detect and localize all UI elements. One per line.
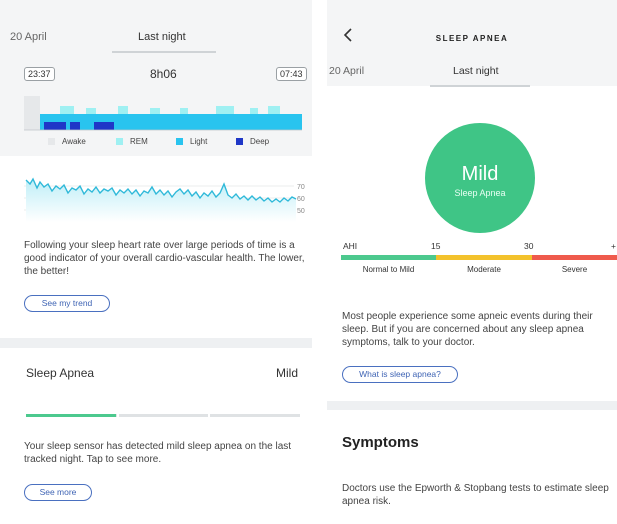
sleep-apnea-detail-panel: SLEEP APNEA 20 April Last night Mild Sle… (327, 0, 617, 524)
stage-awake-start (24, 96, 40, 130)
apnea-result-circle: Mild Sleep Apnea (425, 123, 535, 233)
symptoms-text: Doctors use the Epworth & Stopbang tests… (342, 483, 609, 507)
legend-awake: Awake (48, 137, 86, 146)
apnea-caption: Sleep Apnea (454, 188, 506, 198)
scale-label-normal: Normal to Mild (362, 265, 415, 274)
symptoms-title: Symptoms (342, 434, 419, 451)
sleep-apnea-severity-bar (26, 414, 300, 417)
scale-label-severe: Severe (561, 265, 588, 274)
section-divider (0, 338, 312, 348)
sleep-apnea-value: Mild (276, 366, 299, 380)
page-title: SLEEP APNEA (435, 34, 509, 43)
scale-label-ahi: AHI (343, 241, 358, 251)
sleep-end-time: 07:43 (276, 67, 307, 81)
legend-rem: REM (116, 137, 148, 146)
severity-segment-gap (117, 414, 119, 417)
scale-label-moderate: Moderate (467, 265, 501, 274)
stage-deep-block (44, 122, 66, 130)
stage-rem-block (150, 108, 160, 114)
tab-last-night[interactable]: Last night (453, 65, 499, 77)
tab-20-april[interactable]: 20 April (10, 31, 47, 43)
sleep-apnea-description: Your sleep sensor has detected mild slee… (24, 441, 292, 465)
stage-rem-block (118, 106, 128, 114)
stage-rem-block (180, 108, 188, 114)
deep-swatch (236, 138, 243, 145)
stage-rem-block (268, 106, 280, 114)
sleep-start-time: 23:37 (24, 67, 55, 81)
scale-segment-normal (341, 255, 436, 260)
active-tab-indicator (430, 85, 530, 87)
light-swatch (176, 138, 183, 145)
sleep-apnea-title[interactable]: Sleep Apnea (26, 366, 94, 380)
heart-rate-chart: 70 60 50 (24, 177, 305, 222)
scale-label-15: 15 (431, 241, 441, 251)
legend-rem-label: REM (130, 137, 148, 146)
awake-swatch (48, 138, 55, 145)
legend-deep-label: Deep (250, 137, 270, 146)
see-more-button[interactable]: See more (24, 484, 92, 501)
legend-awake-label: Awake (62, 137, 86, 146)
sleep-summary-panel: 20 April Last night 23:37 8h06 07:43 Awa… (0, 0, 312, 524)
sleep-duration: 8h06 (150, 67, 177, 81)
date-tabs: 20 April Last night (0, 0, 312, 56)
tab-last-night[interactable]: Last night (138, 31, 186, 43)
stage-rem-block (216, 106, 234, 114)
hr-tick-50: 50 (297, 208, 305, 215)
scale-segment-moderate (436, 255, 532, 260)
stage-rem-block (86, 108, 96, 114)
tab-20-april[interactable]: 20 April (329, 65, 364, 77)
stage-deep-block (70, 122, 80, 130)
legend-light: Light (176, 137, 207, 146)
hr-tick-70: 70 (297, 184, 305, 191)
stage-rem-block (250, 108, 258, 114)
scale-segment-severe (532, 255, 617, 260)
apnea-info-text: Most people experience some apneic event… (342, 311, 593, 348)
section-divider (327, 401, 617, 410)
legend-deep: Deep (236, 137, 269, 146)
stage-rem-block (60, 106, 74, 114)
active-tab-indicator (112, 51, 216, 53)
scale-label-30: 30 (524, 241, 534, 251)
detail-header: SLEEP APNEA 20 April Last night (327, 0, 617, 87)
severity-fill (26, 414, 117, 417)
what-is-sleep-apnea-button[interactable]: What is sleep apnea? (342, 366, 458, 383)
hr-tick-60: 60 (297, 196, 305, 203)
rem-swatch (116, 138, 123, 145)
sleep-stage-legend: Awake REM Light Deep (0, 137, 312, 149)
see-my-trend-button[interactable]: See my trend (24, 295, 110, 312)
stage-deep-block (94, 122, 114, 130)
hr-area (26, 179, 296, 222)
apnea-level: Mild (461, 163, 499, 185)
legend-light-label: Light (190, 137, 208, 146)
scale-label-plus: + (611, 241, 616, 251)
heart-rate-description: Following your sleep heart rate over lar… (24, 240, 305, 277)
severity-segment-gap (208, 414, 210, 417)
